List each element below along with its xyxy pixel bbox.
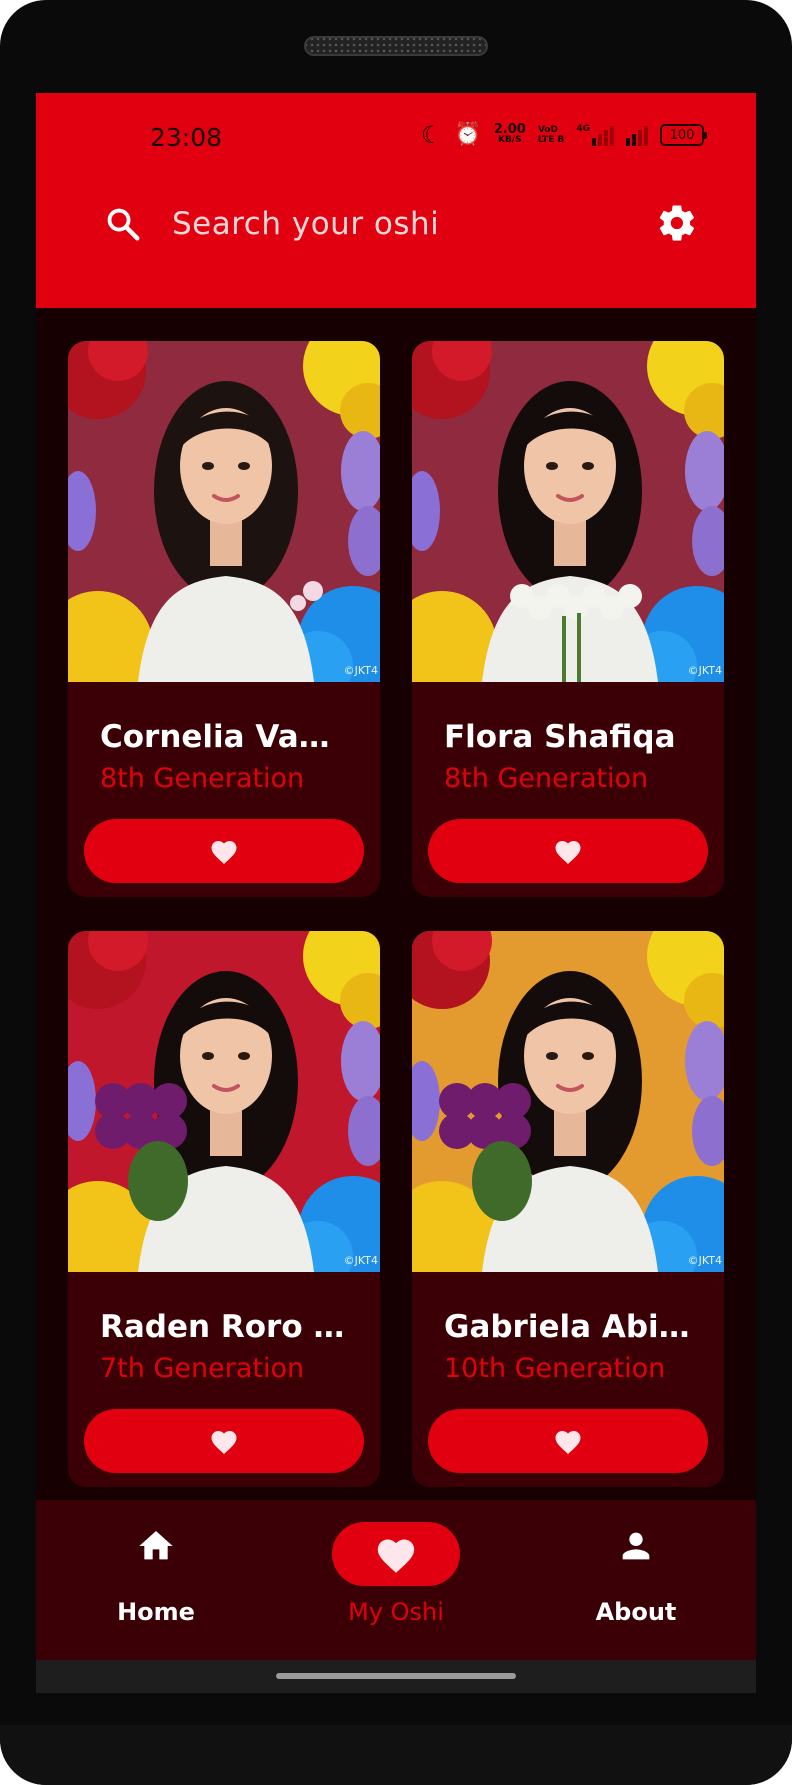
gear-icon[interactable]: [656, 202, 698, 244]
favorite-button[interactable]: [428, 1409, 708, 1473]
network-speed-value: 2.00: [493, 122, 526, 137]
member-portrait: [412, 931, 724, 1272]
heart-icon: [555, 1431, 581, 1454]
member-name: Flora Shafiqa: [444, 719, 676, 755]
favorite-button[interactable]: [428, 819, 708, 883]
photo-copyright: ©JKT4: [343, 664, 378, 677]
member-generation: 10th Generation: [444, 1353, 666, 1384]
phone-frame: 23:08 ☾ ⏰ 2.00 KB/S VoD LTE B 4G 100 Sea…: [0, 0, 792, 1785]
gesture-navigation-bar: [36, 1660, 756, 1693]
search-bar[interactable]: Search your oshi: [36, 193, 756, 253]
volte-bottom: LTE B: [537, 135, 565, 145]
heart-icon: [377, 1539, 415, 1573]
heart-icon: [555, 841, 581, 864]
member-card[interactable]: ©JKT4 Raden Roro Fr... 7th Generation: [68, 931, 380, 1487]
heart-icon: [211, 841, 237, 864]
member-name: Raden Roro Fr...: [100, 1309, 350, 1345]
status-time: 23:08: [150, 123, 223, 152]
member-photo: [412, 931, 724, 1272]
network-type: 4G: [576, 124, 590, 134]
member-photo: [68, 931, 380, 1272]
home-icon: [139, 1531, 173, 1560]
member-card[interactable]: ©JKT4 Gabriela Abiga... 10th Generation: [412, 931, 724, 1487]
heart-icon: [211, 1431, 237, 1454]
member-name: Gabriela Abiga...: [444, 1309, 694, 1345]
alarm-icon: ⏰: [454, 122, 482, 147]
member-portrait: [412, 341, 724, 682]
battery-icon: 100: [660, 124, 707, 146]
favorite-button[interactable]: [84, 819, 364, 883]
member-generation: 7th Generation: [100, 1353, 305, 1384]
app-screen: 23:08 ☾ ⏰ 2.00 KB/S VoD LTE B 4G 100 Sea…: [36, 93, 756, 1693]
nav-label-home: Home: [117, 1598, 195, 1626]
member-card[interactable]: ©JKT4 Cornelia Vanisa 8th Generation: [68, 341, 380, 897]
nav-label-my-oshi: My Oshi: [348, 1598, 444, 1626]
volte-top: VoD: [537, 125, 558, 135]
search-icon[interactable]: [104, 205, 142, 243]
photo-copyright: ©JKT4: [343, 1254, 378, 1267]
search-input[interactable]: Search your oshi: [172, 206, 439, 242]
favorite-button[interactable]: [84, 1409, 364, 1473]
person-icon: [622, 1532, 650, 1560]
member-generation: 8th Generation: [444, 763, 649, 794]
nav-item-home[interactable]: Home: [36, 1500, 276, 1660]
do-not-disturb-icon: ☾: [420, 121, 443, 149]
nav-label-about: About: [595, 1598, 677, 1626]
volte-indicator: VoD LTE B: [538, 125, 565, 145]
member-photo: [68, 341, 380, 682]
member-portrait: [68, 341, 380, 682]
nav-item-about[interactable]: About: [516, 1500, 756, 1660]
signal-4g-icon: 4G: [576, 124, 614, 146]
battery-level: 100: [669, 127, 695, 143]
member-photo: [412, 341, 724, 682]
member-card[interactable]: ©JKT4 Flora Shafiqa 8th Generation: [412, 341, 724, 897]
photo-copyright: ©JKT4: [687, 664, 722, 677]
status-icons: ☾ ⏰ 2.00 KB/S VoD LTE B 4G 100: [420, 121, 707, 149]
bottom-navigation: Home My Oshi About: [36, 1500, 756, 1660]
gesture-handle[interactable]: [276, 1673, 516, 1679]
signal-icon: [626, 124, 648, 146]
network-speed-unit: KB/S: [497, 135, 522, 145]
member-portrait: [68, 931, 380, 1272]
nav-item-my-oshi[interactable]: My Oshi: [276, 1500, 516, 1660]
app-header: 23:08 ☾ ⏰ 2.00 KB/S VoD LTE B 4G 100 Sea…: [36, 93, 756, 308]
network-speed: 2.00 KB/S: [493, 122, 526, 146]
member-name: Cornelia Vanisa: [100, 719, 350, 755]
earpiece-speaker: [304, 36, 488, 56]
photo-copyright: ©JKT4: [687, 1254, 722, 1267]
member-generation: 8th Generation: [100, 763, 305, 794]
